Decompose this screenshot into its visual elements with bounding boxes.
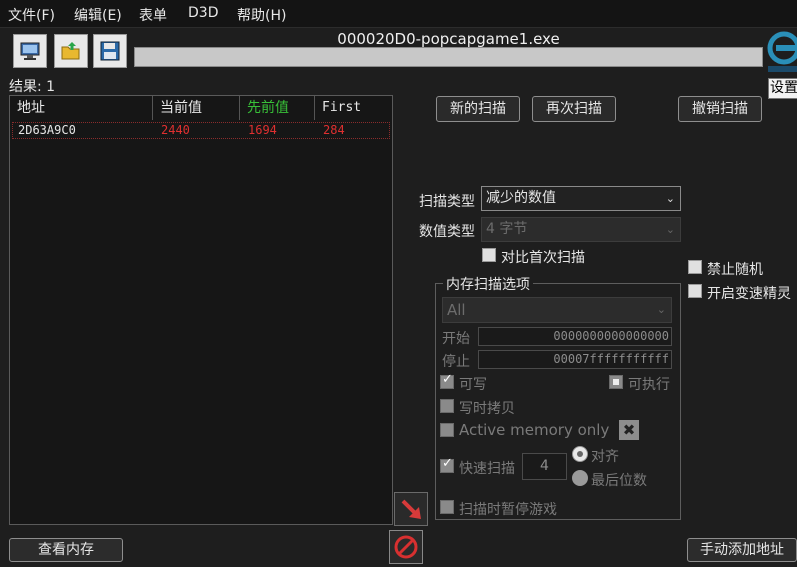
process-title: 000020D0-popcapgame1.exe bbox=[337, 30, 560, 48]
no-entry-icon bbox=[394, 535, 418, 559]
next-scan-button[interactable]: 再次扫描 bbox=[532, 96, 616, 122]
column-first[interactable]: First bbox=[315, 96, 392, 120]
speedhack-checkbox[interactable] bbox=[688, 284, 702, 298]
save-button[interactable] bbox=[93, 34, 127, 68]
menu-help[interactable]: 帮助(H) bbox=[237, 5, 286, 25]
settings-button[interactable]: 设置 bbox=[768, 78, 797, 99]
last-digits-radio[interactable] bbox=[572, 470, 588, 486]
column-address[interactable]: 地址 bbox=[10, 96, 153, 120]
checkmark-icon: ✓ bbox=[442, 456, 453, 471]
memory-region-value: All bbox=[447, 301, 466, 319]
open-file-button[interactable] bbox=[54, 34, 88, 68]
writable-label: 可写 bbox=[459, 377, 487, 393]
row-first: 284 bbox=[323, 123, 345, 137]
copy-on-write-label: 写时拷贝 bbox=[459, 401, 515, 417]
scan-type-value: 减少的数值 bbox=[486, 190, 556, 206]
menu-bar: 文件(F) 编辑(E) 表单 D3D 帮助(H) bbox=[0, 0, 797, 28]
start-address-field[interactable]: 0000000000000000 bbox=[478, 327, 672, 346]
last-digits-label: 最后位数 bbox=[591, 473, 647, 489]
value-type-select[interactable]: 4 字节 ⌄ bbox=[481, 217, 681, 242]
active-memory-label: Active memory only bbox=[459, 421, 610, 439]
compare-first-checkbox[interactable] bbox=[482, 248, 496, 262]
chevron-down-icon: ⌄ bbox=[656, 303, 666, 316]
indeterminate-mark-icon bbox=[613, 379, 619, 385]
results-list[interactable]: 地址 当前值 先前值 First 2D63A9C0 2440 1694 284 bbox=[9, 95, 393, 525]
executable-checkbox[interactable] bbox=[609, 375, 623, 389]
pause-game-checkbox[interactable] bbox=[440, 500, 454, 514]
fast-scan-checkbox[interactable]: ✓ bbox=[440, 456, 454, 473]
align-radio[interactable] bbox=[572, 446, 588, 462]
scan-progress-bar bbox=[134, 47, 763, 67]
undo-scan-button[interactable]: 撤销扫描 bbox=[678, 96, 762, 122]
cheat-engine-logo[interactable] bbox=[766, 28, 797, 76]
compare-first-label: 对比首次扫描 bbox=[501, 250, 585, 266]
pause-game-label: 扫描时暂停游戏 bbox=[459, 502, 557, 518]
new-scan-button[interactable]: 新的扫描 bbox=[436, 96, 520, 122]
align-label: 对齐 bbox=[591, 449, 619, 465]
open-process-button[interactable] bbox=[13, 34, 47, 68]
stop-address-label: 停止 bbox=[442, 354, 470, 370]
chevron-down-icon: ⌄ bbox=[665, 192, 675, 205]
row-previous: 1694 bbox=[248, 123, 277, 137]
writable-checkbox[interactable]: ✓ bbox=[440, 372, 454, 389]
speedhack-label: 开启变速精灵 bbox=[707, 286, 791, 302]
column-current-value[interactable]: 当前值 bbox=[153, 96, 240, 120]
copy-on-write-checkbox[interactable] bbox=[440, 399, 454, 413]
table-row[interactable]: 2D63A9C0 2440 1694 284 bbox=[12, 122, 390, 139]
folder-open-icon bbox=[61, 42, 80, 60]
row-address: 2D63A9C0 bbox=[18, 123, 76, 137]
row-current: 2440 bbox=[161, 123, 190, 137]
menu-file[interactable]: 文件(F) bbox=[8, 5, 55, 25]
view-memory-button[interactable]: 查看内存 bbox=[9, 538, 123, 562]
checkmark-icon: ✓ bbox=[442, 372, 453, 387]
memory-scan-options-title: 内存扫描选项 bbox=[443, 274, 533, 294]
active-memory-checkbox[interactable] bbox=[440, 423, 454, 437]
add-to-list-button[interactable] bbox=[394, 492, 428, 526]
menu-d3d[interactable]: D3D bbox=[188, 5, 218, 21]
column-previous-value[interactable]: 先前值 bbox=[240, 96, 315, 120]
add-address-manually-button[interactable]: 手动添加地址 bbox=[687, 538, 797, 562]
executable-label: 可执行 bbox=[628, 377, 670, 393]
memory-region-select[interactable]: All ⌄ bbox=[442, 297, 672, 323]
fast-scan-label: 快速扫描 bbox=[459, 461, 515, 477]
scan-type-select[interactable]: 减少的数值 ⌄ bbox=[481, 186, 681, 211]
scan-type-label: 扫描类型 bbox=[419, 194, 475, 210]
floppy-disk-icon bbox=[100, 41, 120, 61]
close-icon[interactable]: ✖ bbox=[619, 420, 639, 440]
monitor-icon bbox=[20, 42, 40, 60]
arrow-down-right-icon bbox=[401, 499, 421, 519]
no-random-label: 禁止随机 bbox=[707, 262, 763, 278]
result-count: 结果: 1 bbox=[9, 79, 56, 95]
chevron-down-icon: ⌄ bbox=[665, 223, 675, 236]
stop-button[interactable] bbox=[389, 530, 423, 564]
start-address-label: 开始 bbox=[442, 331, 470, 347]
menu-table[interactable]: 表单 bbox=[139, 5, 167, 25]
fast-scan-value-field[interactable]: 4 bbox=[522, 453, 567, 480]
stop-address-field[interactable]: 00007fffffffffff bbox=[478, 350, 672, 369]
value-type-label: 数值类型 bbox=[419, 224, 475, 240]
menu-edit[interactable]: 编辑(E) bbox=[74, 5, 122, 25]
cheat-engine-logo-icon bbox=[767, 31, 797, 72]
no-random-checkbox[interactable] bbox=[688, 260, 702, 274]
value-type-value: 4 字节 bbox=[486, 221, 528, 237]
